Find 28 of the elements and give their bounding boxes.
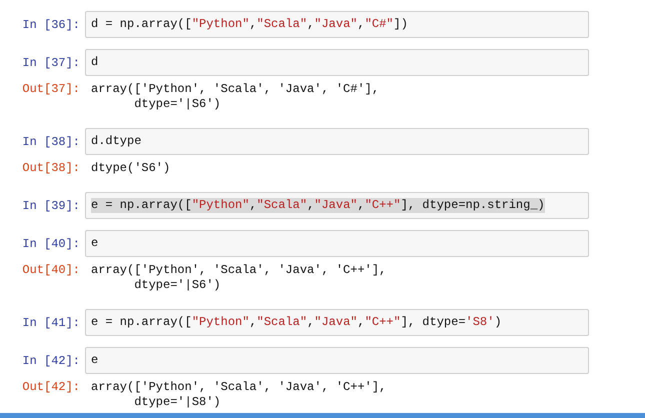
output-prompt: Out[42]: [21, 380, 81, 395]
input-prompt: In [41]: [21, 314, 81, 332]
cell-output: array(['Python', 'Scala', 'Java', 'C#'], dtype='|S6') [90, 82, 380, 112]
code-input-cell[interactable]: d.dtype [85, 128, 589, 155]
input-prompt: In [42]: [21, 352, 81, 370]
output-prompt: Out[40]: [21, 263, 81, 278]
code-line: e [91, 353, 98, 368]
code-line: d.dtype [91, 134, 142, 149]
code-input-cell[interactable]: d = np.array(["Python","Scala","Java","C#"]) [85, 11, 589, 38]
code-line: d [91, 55, 98, 70]
cell-output: array(['Python', 'Scala', 'Java', 'C++'], dtype='|S6') [90, 263, 386, 293]
code-input-cell[interactable]: e [85, 347, 589, 374]
code-input-cell[interactable]: e = np.array(["Python","Scala","Java","C++"], dtype=np.string_) [85, 192, 589, 219]
input-prompt: In [36]: [21, 16, 81, 34]
code-input-cell[interactable]: e = np.array(["Python","Scala","Java","C++"], dtype='S8') [85, 309, 589, 336]
output-prompt: Out[37]: [21, 82, 81, 97]
code-line: e [91, 236, 98, 251]
cell-output: dtype('S6') [90, 161, 170, 176]
input-prompt: In [38]: [21, 134, 81, 150]
code-input-cell[interactable]: d [85, 49, 589, 76]
input-prompt: In [40]: [21, 236, 81, 252]
output-prompt: Out[38]: [21, 161, 81, 176]
code-line: d = np.array(["Python","Scala","Java","C#"]) [91, 17, 408, 32]
input-prompt: In [39]: [21, 198, 81, 214]
input-prompt: In [37]: [21, 54, 81, 72]
cell-output: array(['Python', 'Scala', 'Java', 'C++'], dtype='|S8') [90, 380, 386, 410]
code-line: e = np.array(["Python","Scala","Java","C++"], dtype='S8') [91, 315, 502, 330]
code-input-cell[interactable]: e [85, 230, 589, 257]
